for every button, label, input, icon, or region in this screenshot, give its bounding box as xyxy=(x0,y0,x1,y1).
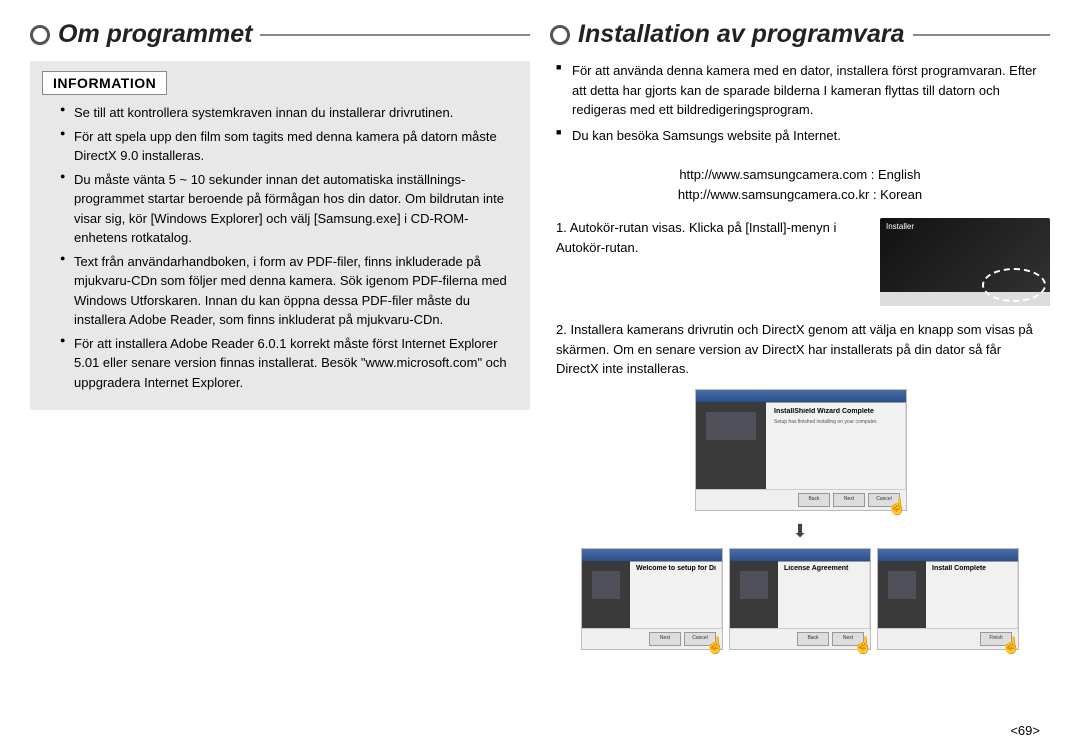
title-line xyxy=(913,34,1050,36)
left-title-bar: Om programmet xyxy=(30,20,530,49)
title-dot-icon xyxy=(550,25,570,45)
right-title-bar: Installation av programvara xyxy=(550,20,1050,49)
wizard-heading: Welcome to setup for DirectX xyxy=(636,565,716,572)
info-bullet: Du måste vänta 5 ~ 10 sekunder innan det… xyxy=(60,170,512,248)
step2-text: 2. Installera kamerans drivrutin och Dir… xyxy=(550,320,1050,379)
url-english: http://www.samsungcamera.com : English xyxy=(550,165,1050,185)
right-column: Installation av programvara För att anvä… xyxy=(550,20,1050,736)
step1-row: 1. Autokör-rutan visas. Klicka på [Insta… xyxy=(550,218,1050,306)
wizard-next-button: Next xyxy=(649,632,681,646)
url-block: http://www.samsungcamera.com : English h… xyxy=(550,165,1050,204)
page-number: <69> xyxy=(1010,723,1040,738)
arrow-down-icon: ⬇ xyxy=(550,521,1050,542)
wizard-back-button: Back xyxy=(797,632,829,646)
intro-list: För att använda denna kamera med en dato… xyxy=(550,61,1050,151)
info-bullet: Se till att kontrollera systemkraven inn… xyxy=(60,103,512,123)
title-line xyxy=(260,34,530,36)
step1-text: 1. Autokör-rutan visas. Klicka på [Insta… xyxy=(550,218,870,257)
wizard-body: Setup has finished installing on your co… xyxy=(774,419,898,426)
wizard-heading: License Agreement xyxy=(784,565,864,572)
url-korean: http://www.samsungcamera.co.kr : Korean xyxy=(550,185,1050,205)
info-bullet: Text från användarhandboken, i form av P… xyxy=(60,252,512,330)
info-bullet: För att spela upp den film som tagits me… xyxy=(60,127,512,166)
installer-screenshot: Installer xyxy=(880,218,1050,306)
wizard-screenshot-directx-welcome: Welcome to setup for DirectX Next Cancel xyxy=(581,548,723,650)
wizard-triple-row: Welcome to setup for DirectX Next Cancel… xyxy=(550,548,1050,650)
hand-pointer-icon: ☝ xyxy=(704,635,726,657)
info-bullet: För att installera Adobe Reader 6.0.1 ko… xyxy=(60,334,512,393)
title-dot-icon xyxy=(30,25,50,45)
installer-thumb-title: Installer xyxy=(880,218,1050,235)
wizard-screenshot-directx-complete: Install Complete Finish xyxy=(877,548,1019,650)
wizard-heading: InstallShield Wizard Complete xyxy=(774,408,898,415)
information-heading: INFORMATION xyxy=(42,71,167,95)
wizard-screenshot-directx-license: License Agreement Back Next xyxy=(729,548,871,650)
wizard-screenshot-installshield: InstallShield Wizard Complete Setup has … xyxy=(695,389,907,511)
left-title: Om programmet xyxy=(58,20,252,49)
hand-pointer-icon: ☝ xyxy=(852,635,874,657)
wizard-back-button: Back xyxy=(798,493,830,507)
intro-item: Du kan besöka Samsungs website på Intern… xyxy=(556,126,1044,146)
intro-item: För att använda denna kamera med en dato… xyxy=(556,61,1044,120)
information-bullet-list: Se till att kontrollera systemkraven inn… xyxy=(42,103,518,392)
right-title: Installation av programvara xyxy=(578,20,905,49)
information-box: INFORMATION Se till att kontrollera syst… xyxy=(30,61,530,410)
wizard-next-button: Next xyxy=(833,493,865,507)
hand-pointer-icon: ☝ xyxy=(886,496,908,518)
left-column: Om programmet INFORMATION Se till att ko… xyxy=(30,20,530,736)
wizard-heading: Install Complete xyxy=(932,565,1012,572)
hand-pointer-icon: ☝ xyxy=(1000,635,1022,657)
